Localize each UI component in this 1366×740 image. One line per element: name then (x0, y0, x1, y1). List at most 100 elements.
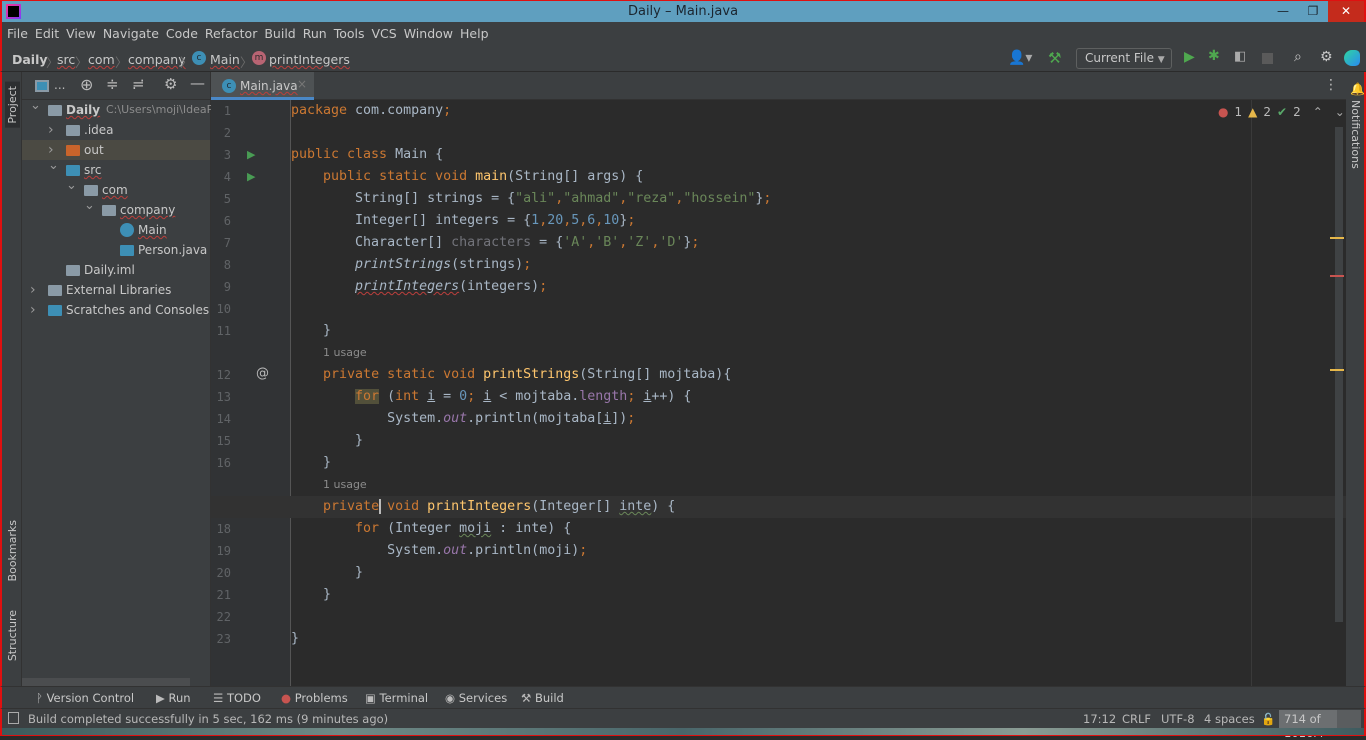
menu-file[interactable]: File (6, 22, 34, 46)
collapse-arrow-icon[interactable]: ⌄ (30, 96, 41, 116)
tool-tab-terminal[interactable]: ▣ Terminal (365, 691, 428, 705)
tree-item-daily-iml[interactable]: Daily.iml (22, 260, 210, 280)
menu-build[interactable]: Build (263, 22, 301, 46)
tool-tab-todo[interactable]: ☰ TODO (213, 691, 261, 705)
build-hammer-icon[interactable]: ⚒ (1048, 49, 1061, 67)
menu-window[interactable]: Window (403, 22, 459, 46)
code-line[interactable]: } (291, 430, 363, 452)
code-line[interactable]: System.out.println(moji); (291, 540, 587, 562)
line-separator[interactable]: CRLF (1122, 712, 1151, 726)
code-line[interactable]: for (Integer moji : inte) { (291, 518, 571, 540)
usage-hint[interactable]: 1 usage (323, 342, 367, 364)
error-stripe[interactable] (1330, 275, 1344, 277)
tool-tab-build[interactable]: ⚒ Build (521, 691, 564, 705)
warning-stripe[interactable] (1330, 369, 1344, 371)
code-line[interactable]: private static void printStrings(String[… (291, 364, 731, 386)
collapse-all-icon[interactable]: ≓ (132, 75, 145, 93)
toggle-tool-windows-icon[interactable] (8, 712, 19, 724)
collapse-arrow-icon[interactable]: ⌄ (84, 196, 95, 216)
settings-gear-icon[interactable]: ⚙ (1320, 49, 1333, 65)
tree-item-external-libraries[interactable]: › External Libraries (22, 280, 210, 300)
code-line[interactable]: for (int i = 0; i < mojtaba.length; i++)… (291, 386, 691, 408)
tree-item-company[interactable]: ⌄ company (22, 198, 210, 220)
indent-setting[interactable]: 4 spaces (1204, 712, 1255, 726)
tree-item--idea[interactable]: › .idea (22, 120, 210, 140)
warning-stripe[interactable] (1330, 237, 1344, 239)
menu-code[interactable]: Code (165, 22, 204, 46)
next-highlight-icon[interactable]: ⌄ (1335, 105, 1345, 119)
file-encoding[interactable]: UTF-8 (1161, 712, 1195, 726)
expand-all-icon[interactable]: ≑ (106, 75, 119, 93)
tool-tab-problems[interactable]: ● Problems (281, 691, 348, 705)
tool-tab-run[interactable]: ▶ Run (156, 691, 191, 705)
structure-tool-tab[interactable]: Structure (6, 610, 19, 661)
menu-refactor[interactable]: Refactor (204, 22, 263, 46)
usage-hint[interactable]: 1 usage (323, 474, 367, 496)
tree-item-scratches-and-consoles[interactable]: › Scratches and Consoles (22, 300, 210, 320)
options-gear-icon[interactable]: ⚙ (164, 75, 177, 93)
vertical-scrollbar[interactable] (1335, 127, 1343, 622)
run-gutter-icon[interactable]: ▶ (247, 148, 255, 161)
project-tool-tab[interactable]: Project (5, 82, 20, 128)
code-line[interactable]: Character[] characters = {'A','B','Z','D… (291, 232, 699, 254)
more-options-icon[interactable]: ⋮ (1324, 77, 1338, 93)
code-line[interactable]: public class Main { (291, 144, 443, 166)
menu-tools[interactable]: Tools (333, 22, 371, 46)
code-line[interactable]: Integer[] integers = {1,20,5,6,10}; (291, 210, 635, 232)
tree-item-src[interactable]: ⌄ src (22, 158, 210, 180)
breadcrumb-printintegers[interactable]: printIntegers (269, 52, 350, 67)
code-line[interactable]: printStrings(strings); (291, 254, 531, 276)
menu-run[interactable]: Run (302, 22, 333, 46)
project-view-icon[interactable] (35, 80, 49, 92)
run-configuration-select[interactable]: Current File ▼ (1076, 48, 1172, 69)
menu-vcs[interactable]: VCS (371, 22, 403, 46)
user-icon[interactable]: 👤▾ (1008, 50, 1032, 66)
debug-icon[interactable]: ✱ (1208, 48, 1220, 64)
breadcrumb-daily[interactable]: Daily (12, 52, 48, 67)
collapse-arrow-icon[interactable]: ⌄ (66, 176, 77, 196)
run-gutter-icon[interactable]: ▶ (247, 170, 255, 183)
menu-help[interactable]: Help (459, 22, 495, 46)
breadcrumb-main[interactable]: Main (210, 52, 240, 67)
maximize-button[interactable]: ❐ (1298, 1, 1328, 22)
code-line[interactable]: printIntegers(integers); (291, 276, 547, 298)
code-line[interactable]: package com.company; (291, 100, 451, 122)
tool-tab-services[interactable]: ◉ Services (445, 691, 507, 705)
tree-item-person-java[interactable]: Person.java (22, 240, 210, 260)
breadcrumb-company[interactable]: company (128, 52, 186, 67)
tool-tab-version-control[interactable]: ᚹ Version Control (36, 691, 134, 705)
bookmarks-tool-tab[interactable]: Bookmarks (6, 520, 19, 581)
code-line[interactable]: } (291, 584, 331, 606)
menu-edit[interactable]: Edit (34, 22, 65, 46)
expand-arrow-icon[interactable]: › (48, 120, 54, 140)
breadcrumb-com[interactable]: com (88, 52, 115, 67)
status-message[interactable]: Build completed successfully in 5 sec, 1… (28, 712, 388, 726)
inspection-widget[interactable]: ● 1 ▲ 2 ✔ 2 ⌃ ⌄ (1218, 105, 1345, 119)
code-line[interactable]: String[] strings = {"ali","ahmad","reza"… (291, 188, 771, 210)
menu-navigate[interactable]: Navigate (102, 22, 165, 46)
select-opened-file-icon[interactable]: ⊕ (80, 75, 93, 94)
memory-indicator[interactable]: 714 of 1016M (1279, 710, 1361, 740)
code-line[interactable]: public static void main(String[] args) { (291, 166, 643, 188)
tab-main-java[interactable]: c Main.java × (211, 72, 314, 100)
caret-position[interactable]: 17:12 (1083, 712, 1116, 726)
minimize-button[interactable]: — (1268, 1, 1298, 22)
expand-arrow-icon[interactable]: › (30, 280, 36, 300)
lock-icon[interactable]: 🔓 (1261, 712, 1275, 726)
code-line[interactable]: System.out.println(mojtaba[i]); (291, 408, 635, 430)
hide-panel-icon[interactable]: — (190, 74, 205, 92)
tree-item-daily[interactable]: ⌄ Daily C:\Users\moji\IdeaPro (22, 98, 224, 120)
collapse-arrow-icon[interactable]: ⌄ (48, 156, 59, 176)
notifications-tool-tab[interactable]: Notifications (1349, 100, 1362, 169)
annotation-gutter-icon[interactable]: @ (256, 366, 269, 381)
breadcrumb-src[interactable]: src (57, 52, 75, 67)
expand-arrow-icon[interactable]: › (30, 300, 36, 320)
code-line[interactable]: private void printIntegers(Integer[] int… (291, 496, 675, 518)
run-icon[interactable]: ▶ (1184, 49, 1195, 65)
close-button[interactable]: ✕ (1328, 1, 1364, 22)
code-line[interactable]: } (291, 320, 331, 342)
project-view-select[interactable]: ... (54, 78, 65, 92)
menu-view[interactable]: View (65, 22, 102, 46)
coverage-icon[interactable]: ◧ (1234, 49, 1246, 64)
code-line[interactable]: } (291, 628, 299, 650)
